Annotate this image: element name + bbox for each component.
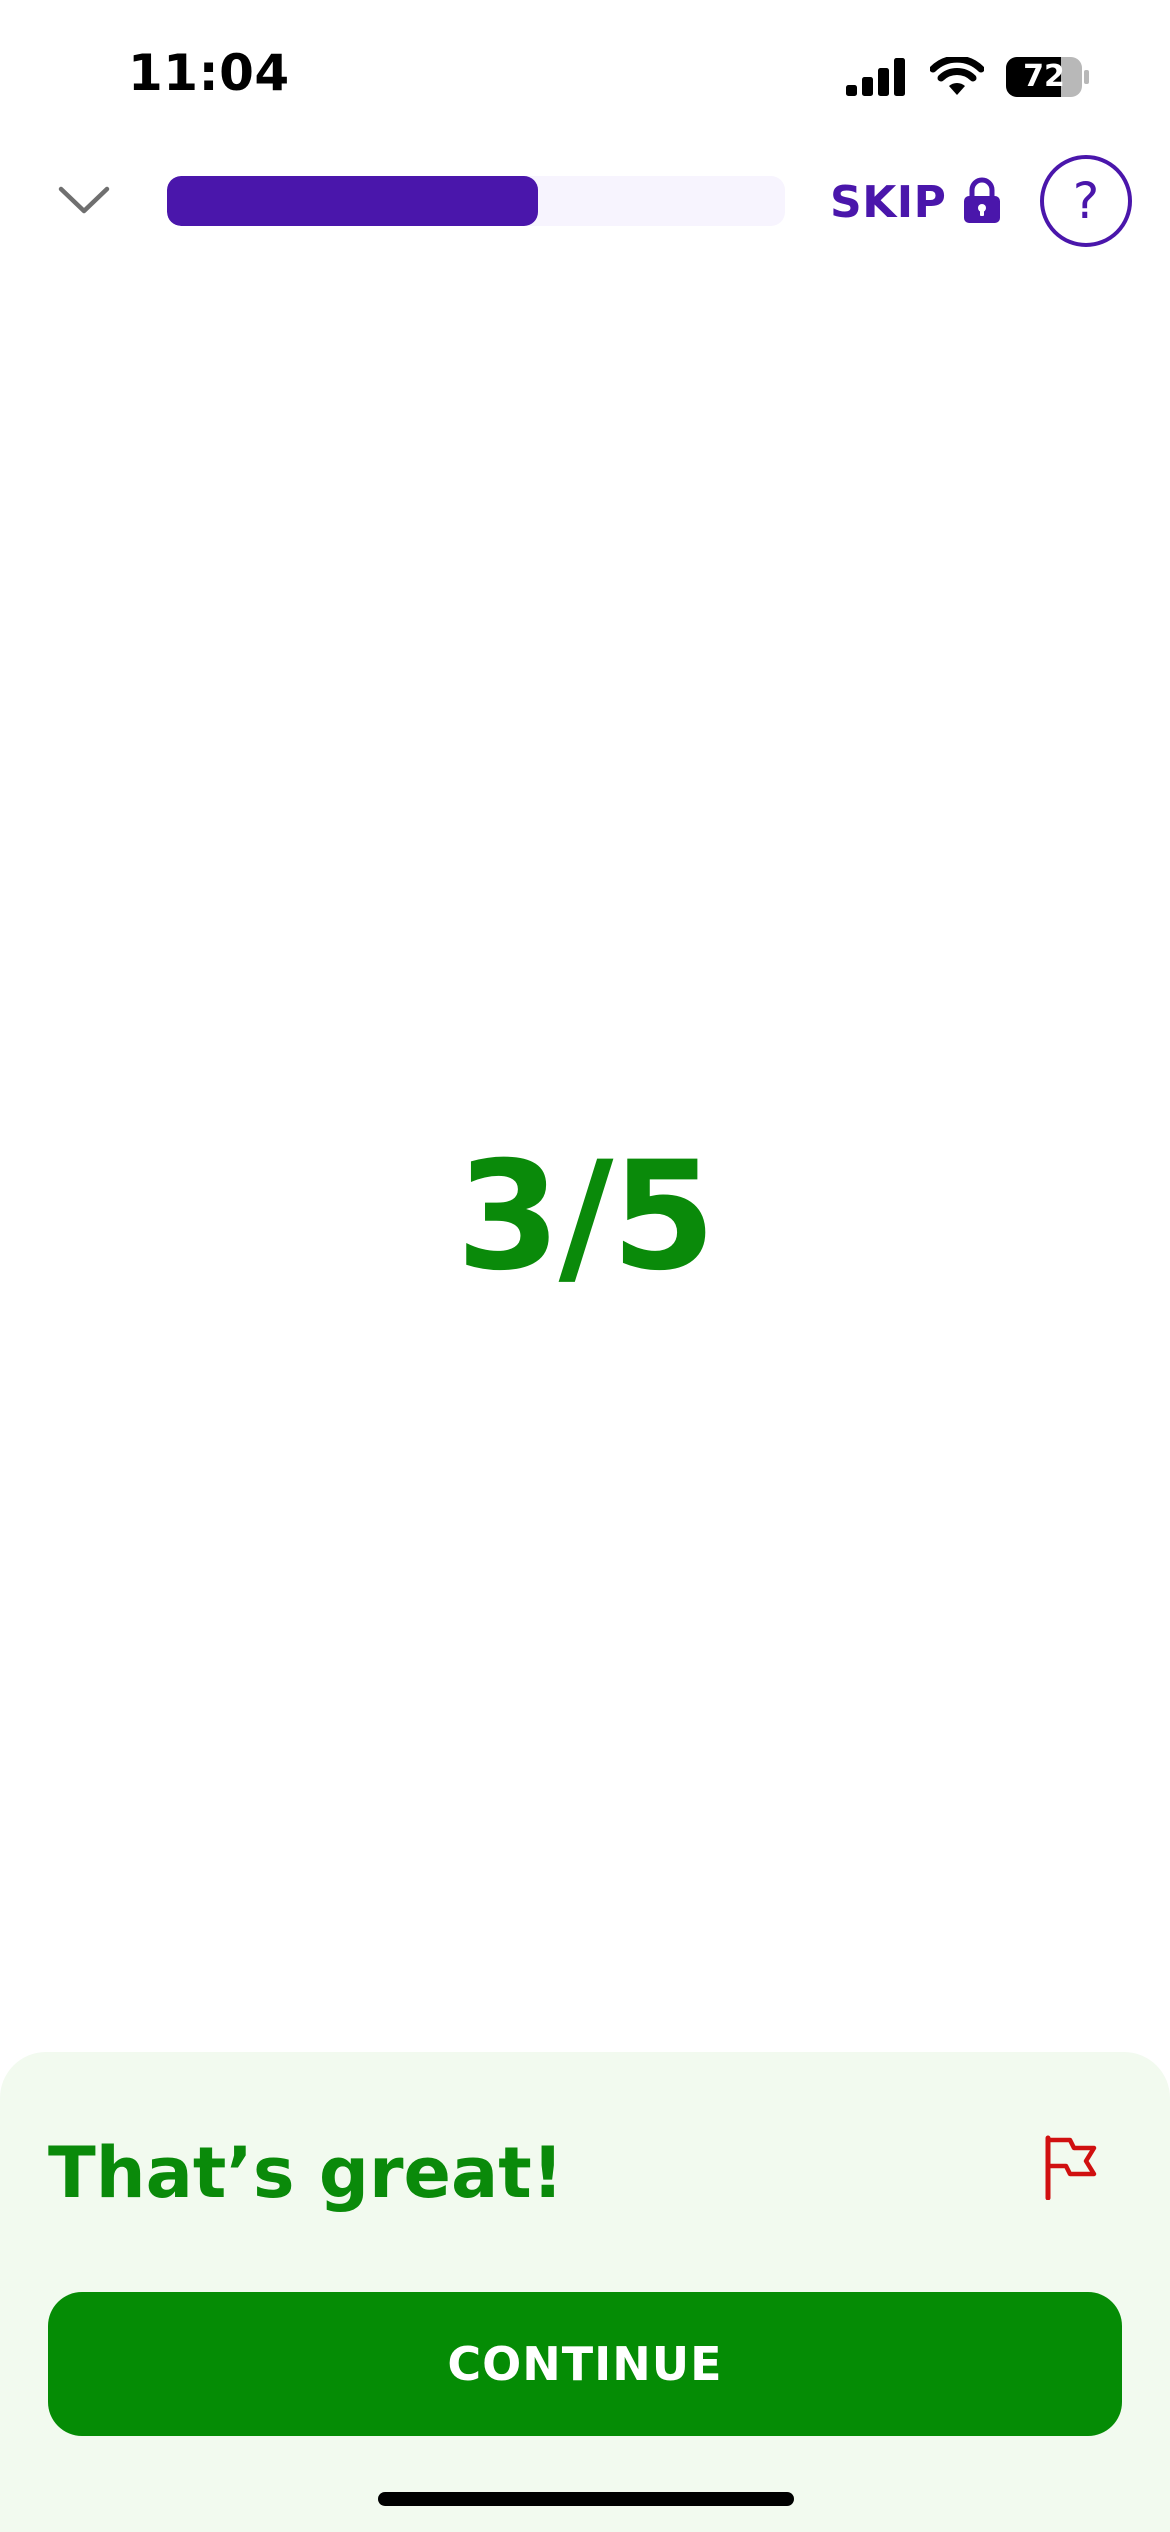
collapse-button[interactable] xyxy=(52,170,116,234)
lesson-progress-bar xyxy=(167,176,785,226)
skip-label: SKIP xyxy=(830,176,947,228)
lesson-top-bar: SKIP ? xyxy=(0,150,1170,250)
feedback-sheet: That’s great! CONTINUE xyxy=(0,2052,1170,2532)
feedback-title: That’s great! xyxy=(48,2132,564,2214)
home-indicator[interactable] xyxy=(378,2492,794,2506)
chevron-down-icon xyxy=(58,185,110,219)
help-button[interactable]: ? xyxy=(1040,155,1132,247)
question-mark-icon: ? xyxy=(1072,172,1100,230)
status-time: 11:04 xyxy=(128,44,290,102)
status-icons: 72 xyxy=(846,52,1090,102)
lesson-screen: 11:04 72 SKIP ? 3/5 That’s great! CONTIN… xyxy=(0,0,1170,2532)
skip-button[interactable]: SKIP xyxy=(830,174,1001,230)
status-bar: 11:04 72 xyxy=(0,0,1170,150)
score-result: 3/5 xyxy=(456,1130,716,1304)
continue-label: CONTINUE xyxy=(447,2337,723,2391)
flag-icon xyxy=(1040,2135,1100,2204)
report-button[interactable] xyxy=(1040,2134,1110,2204)
wifi-icon xyxy=(930,57,984,97)
lesson-progress-fill xyxy=(167,176,538,226)
battery-level: 72 xyxy=(1023,59,1065,94)
continue-button[interactable]: CONTINUE xyxy=(48,2292,1122,2436)
battery-icon: 72 xyxy=(1006,57,1090,97)
lock-icon xyxy=(964,177,1001,227)
signal-icon xyxy=(846,58,908,96)
